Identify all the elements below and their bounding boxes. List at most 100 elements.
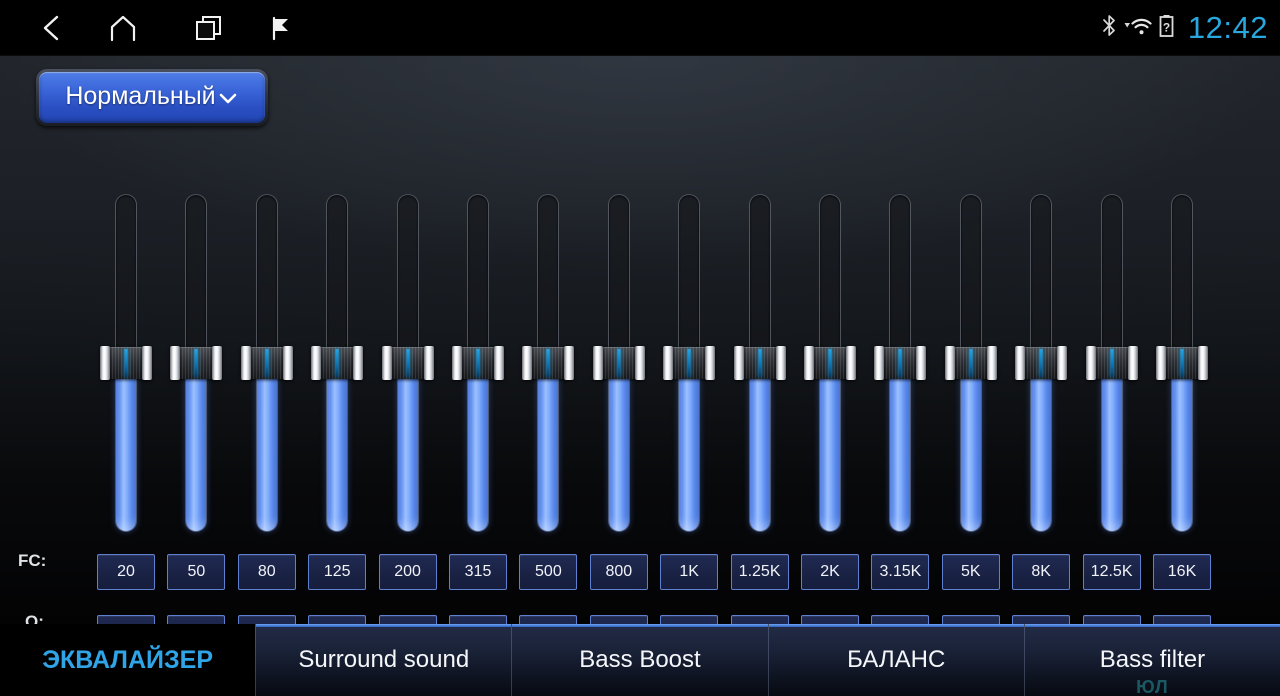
slider-thumb-grip xyxy=(1094,347,1129,379)
fc-row-label: FC: xyxy=(18,551,47,570)
slider-thumb-grip xyxy=(461,347,495,379)
slider-thumb[interactable] xyxy=(381,346,434,380)
slider-thumb-cap-left xyxy=(240,346,251,380)
slider-thumb[interactable] xyxy=(804,346,856,380)
fc-value-box[interactable]: 125 xyxy=(308,554,367,590)
home-icon[interactable] xyxy=(95,0,151,56)
fc-value-box[interactable]: 315 xyxy=(449,554,507,590)
slider-fill xyxy=(538,364,559,531)
slider-thumb-cap-right xyxy=(353,346,364,380)
fc-value-box[interactable]: 12.5K xyxy=(1082,554,1141,590)
slider-thumb[interactable] xyxy=(452,346,504,380)
band-slider[interactable] xyxy=(804,194,856,532)
slider-thumb-cap-right xyxy=(986,346,997,380)
slider-fill xyxy=(960,364,981,531)
fc-value-box[interactable]: 2K xyxy=(801,554,859,590)
tab-label: Bass Boost xyxy=(579,646,701,673)
slider-thumb-cap-right xyxy=(142,346,152,380)
slider-thumb[interactable] xyxy=(592,346,645,380)
tab-баланс[interactable]: БАЛАНС xyxy=(767,624,1025,696)
slider-thumb-cap-left xyxy=(311,346,322,380)
fc-value-box[interactable]: 16K xyxy=(1153,554,1211,590)
recents-icon[interactable] xyxy=(181,0,237,56)
slider-fill xyxy=(327,364,348,531)
slider-fill xyxy=(1031,364,1052,531)
slider-thumb[interactable] xyxy=(733,346,786,380)
band-slider[interactable] xyxy=(452,194,504,532)
slider-thumb-cap-right xyxy=(494,346,504,380)
slider-thumb[interactable] xyxy=(170,346,223,380)
slider-thumb-grip xyxy=(249,347,284,379)
band-slider[interactable] xyxy=(311,194,364,532)
tab-label: ЭКВАЛАЙЗЕР xyxy=(42,645,213,674)
flag-icon[interactable] xyxy=(253,0,309,56)
fc-value-box[interactable]: 1.25K xyxy=(730,554,789,590)
slider-thumb-grip xyxy=(1024,347,1059,379)
slider-thumb-cap-right xyxy=(705,346,716,380)
back-icon[interactable] xyxy=(24,0,80,56)
slider-fill xyxy=(256,364,277,531)
equalizer-panel: Нормальный FC: Q: 202,2502,2802,21252,22… xyxy=(0,56,1280,651)
slider-thumb-grip xyxy=(601,347,636,379)
slider-thumb-cap-right xyxy=(423,346,434,380)
slider-thumb-cap-left xyxy=(592,346,603,380)
slider-thumb-cap-right xyxy=(634,346,645,380)
fc-value-box[interactable]: 5K xyxy=(941,554,1000,590)
fc-value-box[interactable]: 80 xyxy=(237,554,296,590)
band-slider[interactable] xyxy=(663,194,716,532)
slider-thumb-cap-left xyxy=(381,346,392,380)
wifi-icon xyxy=(1124,15,1152,42)
slider-thumb[interactable] xyxy=(522,346,575,380)
slider-thumb-cap-left xyxy=(733,346,744,380)
tab-bass-boost[interactable]: Bass Boost xyxy=(511,624,768,696)
band-slider[interactable] xyxy=(733,194,786,532)
watermark-text: ЮЛ xyxy=(1136,677,1169,696)
fc-value-box[interactable]: 800 xyxy=(589,554,648,590)
band-slider[interactable] xyxy=(1156,194,1208,532)
slider-thumb[interactable] xyxy=(663,346,716,380)
slider-thumb[interactable] xyxy=(874,346,927,380)
fc-value-box[interactable]: 3.15K xyxy=(871,554,930,590)
band-slider[interactable] xyxy=(874,194,927,532)
band-slider[interactable] xyxy=(381,194,434,532)
band-slider[interactable] xyxy=(100,194,152,532)
slider-thumb[interactable] xyxy=(1015,346,1068,380)
fc-value-box[interactable]: 500 xyxy=(519,554,578,590)
band-slider[interactable] xyxy=(522,194,575,532)
slider-thumb[interactable] xyxy=(944,346,997,380)
slider-thumb-cap-left xyxy=(663,346,674,380)
slider-thumb[interactable] xyxy=(100,346,152,380)
battery-unknown-icon: ? xyxy=(1159,14,1174,43)
fc-value-box[interactable]: 200 xyxy=(378,554,437,590)
slider-thumb-cap-right xyxy=(564,346,575,380)
slider-thumb-cap-left xyxy=(170,346,181,380)
fc-value-box[interactable]: 20 xyxy=(97,554,155,590)
band-slider[interactable] xyxy=(1015,194,1068,532)
slider-fill xyxy=(820,364,840,531)
slider-thumb-cap-left xyxy=(804,346,814,380)
slider-thumb[interactable] xyxy=(240,346,293,380)
tab-equalizer[interactable]: ЭКВАЛАЙЗЕР xyxy=(0,624,256,696)
band-slider[interactable] xyxy=(592,194,645,532)
slider-thumb[interactable] xyxy=(311,346,364,380)
band-slider[interactable] xyxy=(240,194,293,532)
tab-bass-filter[interactable]: Bass filter ЮЛ xyxy=(1023,624,1280,696)
fc-value-box[interactable]: 50 xyxy=(167,554,226,590)
band-slider[interactable] xyxy=(1085,194,1138,532)
slider-fill xyxy=(1172,364,1192,531)
slider-thumb-cap-right xyxy=(1198,346,1208,380)
status-icon-group: ? xyxy=(1102,0,1174,56)
band-slider[interactable] xyxy=(944,194,997,532)
fc-value-box[interactable]: 8K xyxy=(1012,554,1071,590)
tab-surround-sound[interactable]: Surround sound xyxy=(255,624,512,696)
fc-value-box[interactable]: 1K xyxy=(660,554,719,590)
slider-thumb[interactable] xyxy=(1156,346,1208,380)
slider-thumb-grip xyxy=(531,347,566,379)
band-slider[interactable] xyxy=(170,194,223,532)
slider-fill xyxy=(397,364,418,531)
slider-thumb-cap-left xyxy=(1156,346,1166,380)
slider-fill xyxy=(608,364,629,531)
slider-thumb[interactable] xyxy=(1085,346,1138,380)
tab-label: Bass filter xyxy=(1099,646,1206,673)
tab-bar: ЭКВАЛАЙЗЕР Surround sound Bass Boost БАЛАНС… xyxy=(0,624,1280,696)
